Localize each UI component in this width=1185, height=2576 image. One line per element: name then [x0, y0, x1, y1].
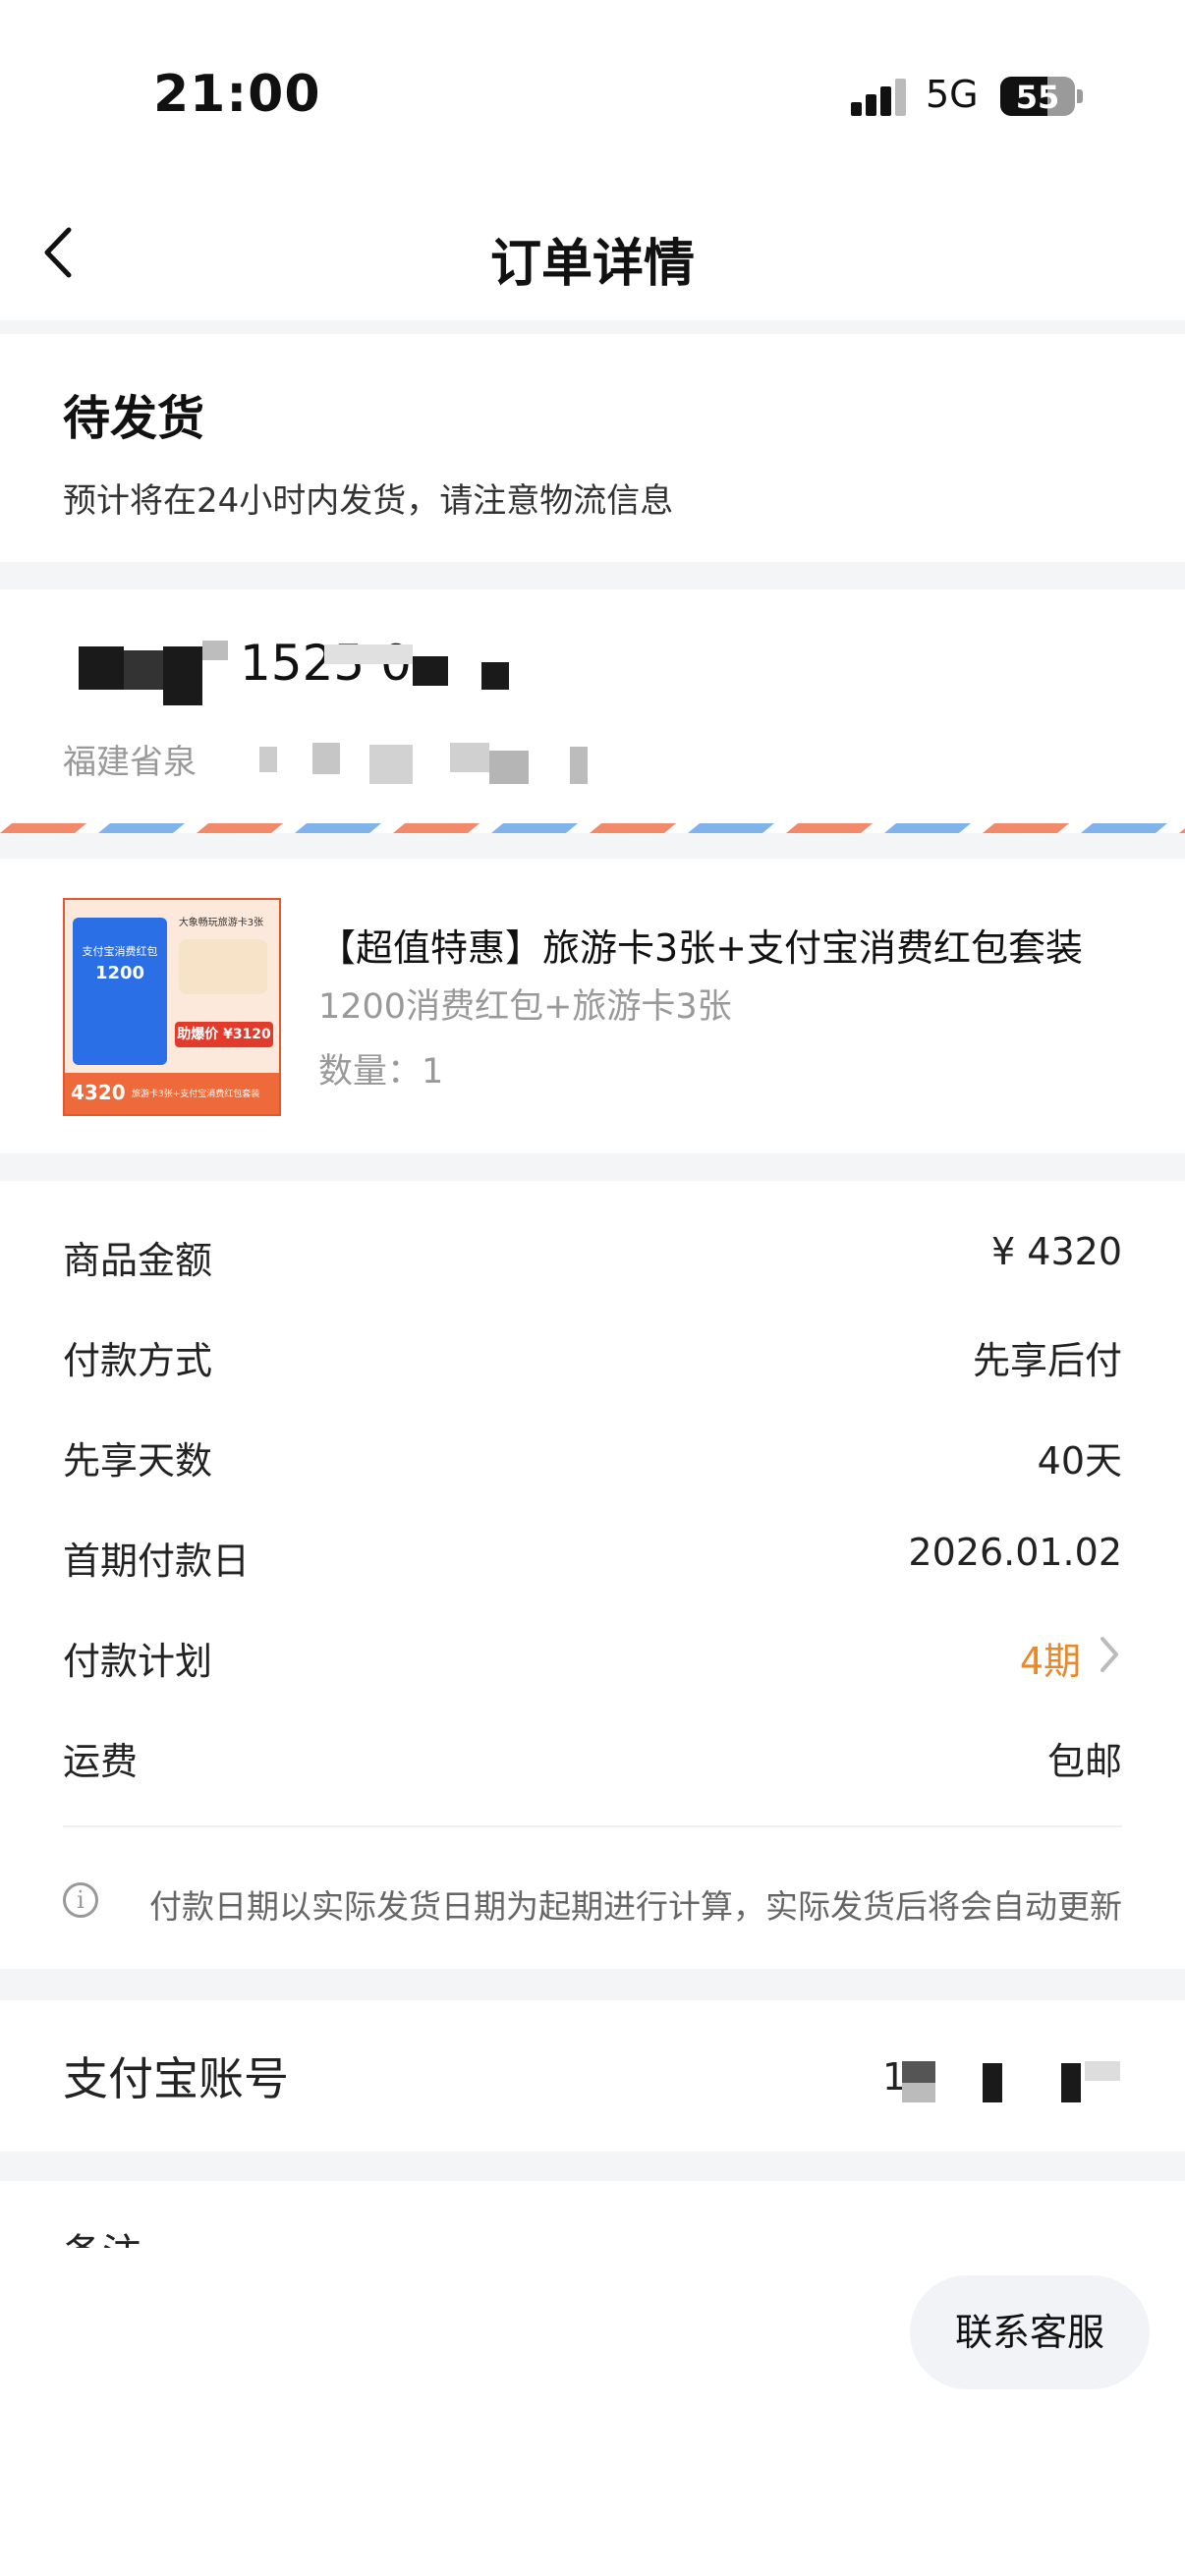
page-title: 订单详情: [489, 235, 695, 294]
detail-value-first-payment-date: 2026.01.02: [908, 1531, 1122, 1574]
product-title[interactable]: 【超值特惠】旅游卡3张+支付宝消费红包套装: [318, 918, 1083, 972]
section-separator: [0, 833, 1185, 859]
redacted-block: [413, 656, 448, 686]
product-spec: 1200消费红包+旅游卡3张: [318, 987, 732, 1027]
payment-plan-link[interactable]: 4期: [926, 1625, 1122, 1683]
redacted-block: [369, 745, 413, 784]
address-region: 福建省泉: [63, 743, 197, 782]
section-separator: [0, 320, 1185, 334]
redacted-block: [202, 641, 228, 660]
order-status-subtitle: 预计将在24小时内发货，请注意物流信息: [63, 481, 674, 521]
thumb-card: 支付宝消费红包 1200: [73, 918, 167, 1065]
section-separator: [0, 2152, 1185, 2181]
detail-value-days: 40天: [1037, 1439, 1122, 1483]
section-separator: [0, 562, 1185, 589]
redacted-block: [450, 743, 489, 772]
chevron-right-icon: [1100, 1637, 1118, 1672]
redacted-block: [163, 646, 202, 705]
payment-notice: 付款日期以实际发货日期为起期进行计算，实际发货后将会自动更新: [149, 1887, 1122, 1926]
thumb-travel-card: [179, 939, 267, 994]
detail-value-amount: ¥ 4320: [991, 1230, 1122, 1273]
redacted-block: [312, 743, 340, 774]
redacted-block: [1061, 2063, 1081, 2102]
detail-label-shipping: 运费: [63, 1740, 139, 1783]
battery-icon: 55: [1000, 77, 1075, 116]
redacted-block: [1085, 2061, 1120, 2081]
signal-icon: [851, 79, 906, 116]
alipay-account-label: 支付宝账号: [63, 2052, 289, 2105]
address-envelope-stripe: [0, 823, 1185, 833]
thumb-card-title: 支付宝消费红包: [82, 945, 158, 958]
thumb-bottom-bar: 4320 旅游卡3张+支付宝消费红包套装: [65, 1073, 279, 1114]
redacted-block: [259, 747, 277, 772]
thumb-bottom-text: 旅游卡3张+支付宝消费红包套装: [132, 1090, 260, 1099]
order-status-title: 待发货: [63, 391, 205, 446]
redacted-block: [902, 2061, 935, 2083]
redacted-block: [570, 747, 588, 784]
section-separator: [0, 1969, 1185, 2000]
thumb-tag: 大象畅玩旅游卡3张: [178, 918, 264, 928]
redacted-block: [481, 662, 509, 690]
redacted-block: [124, 650, 163, 690]
divider: [63, 1825, 1122, 1827]
detail-value-payment-method: 先享后付: [972, 1339, 1122, 1382]
contact-service-button[interactable]: 联系客服: [910, 2275, 1150, 2389]
thumb-bottom-price: 4320: [71, 1081, 126, 1104]
detail-label-payment-method: 付款方式: [63, 1339, 213, 1382]
detail-label-amount: 商品金额: [63, 1239, 213, 1282]
redacted-block: [902, 2083, 935, 2102]
detail-value-shipping: 包邮: [1046, 1740, 1122, 1783]
battery-tip: [1077, 89, 1083, 103]
redacted-block: [324, 644, 413, 664]
redacted-block: [79, 646, 124, 690]
info-icon: i: [63, 1882, 98, 1918]
detail-label-days: 先享天数: [63, 1439, 213, 1483]
thumb-card-amount: 1200: [94, 963, 145, 983]
status-time: 21:00: [153, 65, 321, 124]
network-type: 5G: [926, 73, 979, 116]
detail-label-first-payment-date: 首期付款日: [63, 1540, 251, 1583]
redacted-block: [489, 751, 529, 784]
detail-value-payment-plan: 4期: [1019, 1640, 1081, 1683]
section-separator: [0, 1153, 1185, 1181]
product-thumbnail[interactable]: 支付宝消费红包 1200 大象畅玩旅游卡3张 助爆价 ¥3120 4320 旅游…: [63, 898, 281, 1116]
battery-level: 55: [1015, 79, 1060, 116]
remark-label: 备注: [63, 2228, 141, 2248]
thumb-price-label: 助爆价 ¥3120: [175, 1022, 273, 1047]
product-quantity: 数量：1: [318, 1052, 444, 1092]
detail-label-payment-plan: 付款计划: [63, 1640, 213, 1683]
address-block[interactable]: 1525 0 福建省泉: [0, 589, 1185, 825]
redacted-block: [983, 2063, 1002, 2102]
